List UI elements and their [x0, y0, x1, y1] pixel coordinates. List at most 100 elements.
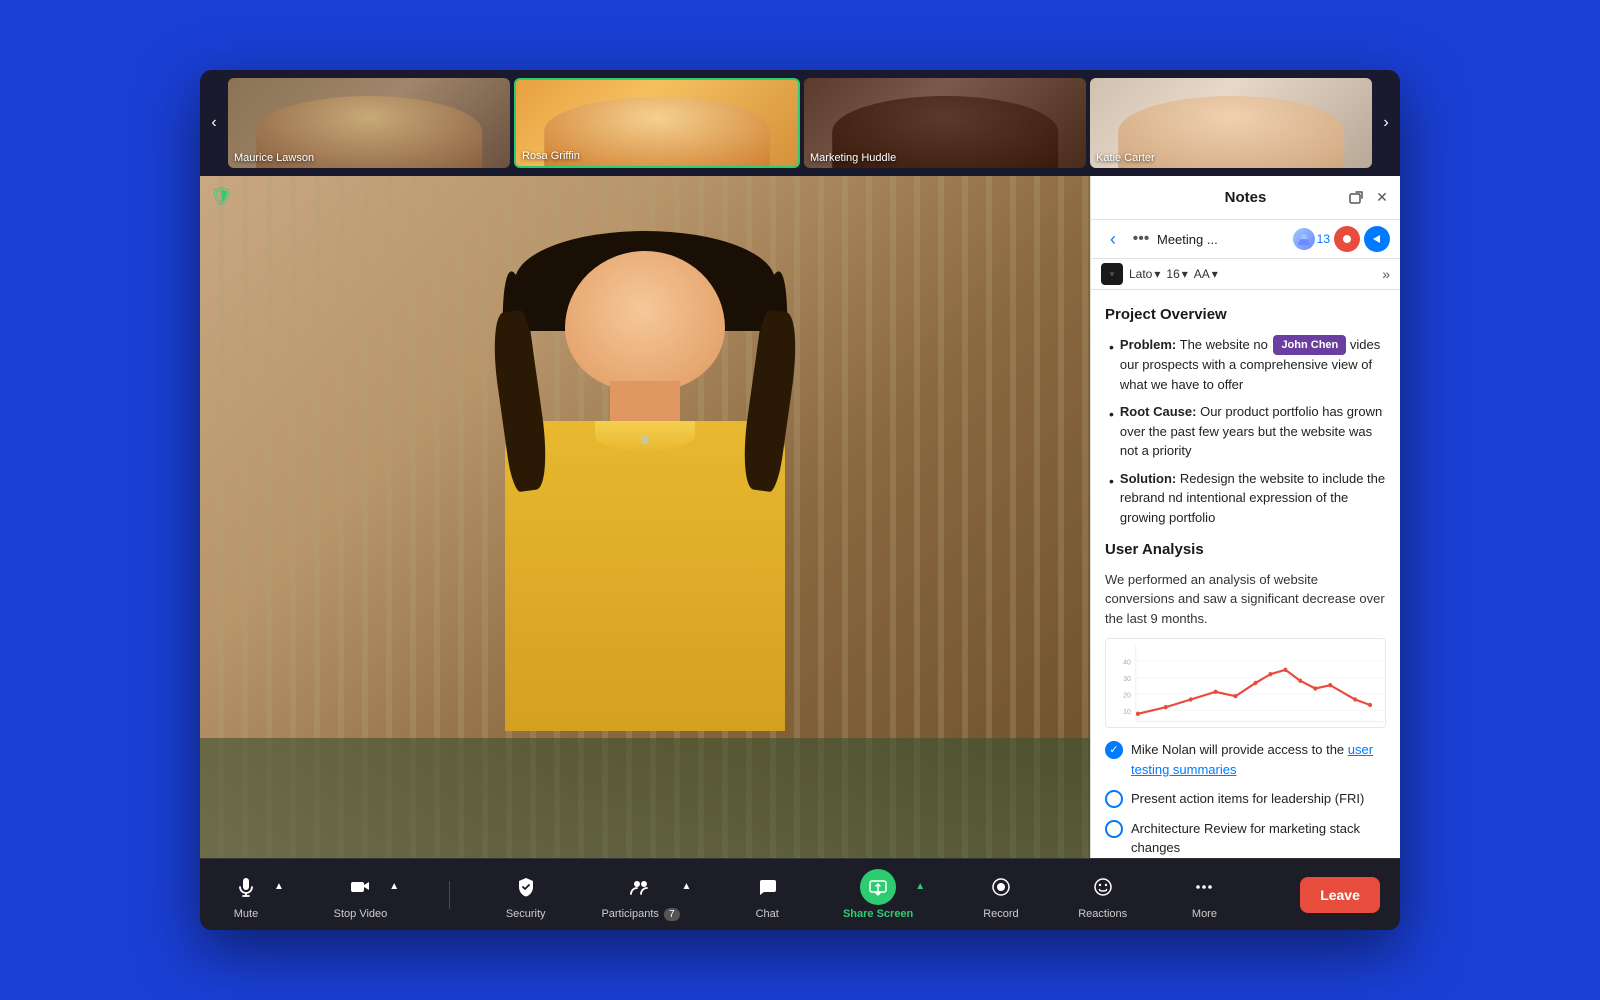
bullet-solution: • Solution: Redesign the website to incl…: [1105, 469, 1386, 528]
divider-1: [449, 881, 450, 909]
problem-text-before: The website no: [1180, 337, 1268, 352]
share-screen-label: Share Screen: [843, 908, 913, 920]
record-icon: [983, 869, 1019, 905]
analysis-description: We performed an analysis of website conv…: [1105, 570, 1386, 629]
avatar: [1293, 228, 1315, 250]
svg-text:10: 10: [1123, 707, 1131, 716]
font-name: Lato: [1129, 267, 1152, 281]
color-picker[interactable]: ▾: [1101, 263, 1123, 285]
record-label: Record: [983, 908, 1018, 920]
share-screen-caret[interactable]: ▲: [915, 881, 925, 892]
share-screen-button[interactable]: Share Screen: [843, 869, 913, 920]
security-icon: [508, 869, 544, 905]
checkbox-1[interactable]: [1105, 741, 1123, 759]
checklist-text-1: Mike Nolan will provide access to the us…: [1131, 740, 1386, 779]
participant-count-badge: 7: [664, 908, 680, 921]
text-style-selector[interactable]: AA ▾: [1194, 267, 1218, 281]
bullet-solution-text: Solution: Redesign the website to includ…: [1120, 469, 1386, 528]
leave-button[interactable]: Leave: [1300, 877, 1380, 913]
more-options-button[interactable]: •••: [1129, 227, 1153, 251]
bullet-problem: • Problem: The website no John Chen vide…: [1105, 335, 1386, 395]
avatars-group: 13: [1293, 228, 1330, 250]
user-analysis-heading: User Analysis: [1105, 539, 1386, 562]
mute-caret[interactable]: ▲: [274, 881, 284, 892]
mic-icon: [228, 869, 264, 905]
participants-button[interactable]: Participants 7: [601, 869, 679, 920]
notes-header-controls: ✕: [1346, 188, 1392, 208]
video-icon: [342, 869, 378, 905]
participants-caret[interactable]: ▲: [682, 881, 692, 892]
popout-icon[interactable]: [1346, 188, 1366, 208]
bullet-dot-3: •: [1109, 471, 1114, 528]
font-size: 16: [1166, 267, 1179, 281]
participant-count: 13: [1317, 232, 1330, 246]
thumbnail-4[interactable]: Katie Carter: [1090, 78, 1372, 168]
security-label: Security: [506, 908, 546, 920]
reactions-label: Reactions: [1078, 908, 1127, 920]
more-label: More: [1192, 908, 1217, 920]
notes-panel: Notes ✕ ‹ ••• Meeting ...: [1090, 176, 1400, 858]
zoom-window: ‹ Maurice Lawson Rosa Griffin Marketing …: [200, 70, 1400, 930]
project-overview-heading: Project Overview: [1105, 304, 1386, 327]
chat-button[interactable]: Chat: [741, 869, 793, 920]
video-group: Stop Video ▲: [334, 869, 400, 920]
reactions-button[interactable]: Reactions: [1077, 869, 1129, 920]
chart-svg: 40 30 20 10: [1106, 639, 1385, 727]
prev-arrow[interactable]: ‹: [200, 109, 228, 137]
more-button[interactable]: More: [1178, 869, 1230, 920]
svg-text:20: 20: [1123, 690, 1131, 699]
svg-text:30: 30: [1123, 674, 1131, 683]
format-more-button[interactable]: »: [1382, 266, 1390, 282]
bullet-root-text: Root Cause: Our product portfolio has gr…: [1120, 402, 1386, 461]
more-icon: [1186, 869, 1222, 905]
font-size-selector[interactable]: 16 ▾: [1166, 267, 1187, 281]
mute-label: Mute: [234, 908, 258, 920]
share-button[interactable]: [1364, 226, 1390, 252]
main-area: 🛡 Notes ✕ ‹ •••: [200, 176, 1400, 858]
font-selector[interactable]: Lato ▾: [1129, 267, 1160, 281]
bottom-toolbar: Mute ▲ Stop Video ▲: [200, 858, 1400, 930]
mute-button[interactable]: Mute: [220, 869, 272, 920]
bullet-root-cause: • Root Cause: Our product portfolio has …: [1105, 402, 1386, 461]
bullet-problem-text: Problem: The website no John Chen vides …: [1120, 335, 1386, 395]
participants-icon: [622, 869, 658, 905]
thumb-name-1: Maurice Lawson: [234, 152, 314, 164]
thumbnail-3[interactable]: Marketing Huddle: [804, 78, 1086, 168]
video-background: [200, 176, 1090, 858]
video-caret[interactable]: ▲: [389, 881, 399, 892]
notes-header: Notes ✕: [1091, 176, 1400, 220]
thumbnail-2[interactable]: Rosa Griffin: [514, 78, 800, 168]
participants-label: Participants 7: [601, 908, 679, 920]
root-cause-label: Root Cause:: [1120, 404, 1197, 419]
close-icon[interactable]: ✕: [1372, 188, 1392, 208]
user-tooltip: John Chen: [1273, 335, 1346, 356]
problem-label: Problem:: [1120, 337, 1176, 352]
notes-content: Project Overview • Problem: The website …: [1091, 290, 1400, 858]
notes-title: Notes: [1225, 189, 1267, 206]
solution-label: Solution:: [1120, 471, 1176, 486]
mute-group: Mute ▲: [220, 869, 284, 920]
thumbnail-1[interactable]: Maurice Lawson: [228, 78, 510, 168]
back-button[interactable]: ‹: [1101, 227, 1125, 251]
record-indicator[interactable]: [1334, 226, 1360, 252]
thumb-name-4: Katie Carter: [1096, 152, 1155, 164]
stop-video-button[interactable]: Stop Video: [334, 869, 388, 920]
record-button[interactable]: Record: [975, 869, 1027, 920]
checklist-text-3: Architecture Review for marketing stack …: [1131, 819, 1386, 858]
analysis-chart: 40 30 20 10: [1105, 638, 1386, 728]
security-button[interactable]: Security: [500, 869, 552, 920]
checklist-item-1: Mike Nolan will provide access to the us…: [1105, 740, 1386, 779]
main-video: 🛡: [200, 176, 1090, 858]
checklist-item-2: Present action items for leadership (FRI…: [1105, 789, 1386, 809]
font-arrow: ▾: [1154, 267, 1160, 281]
aa-arrow: ▾: [1212, 267, 1218, 281]
checkbox-3[interactable]: [1105, 820, 1123, 838]
meeting-label: Meeting ...: [1157, 232, 1289, 247]
color-arrow: ▾: [1110, 269, 1115, 280]
checkbox-2[interactable]: [1105, 790, 1123, 808]
bullet-dot-2: •: [1109, 404, 1114, 461]
next-arrow[interactable]: ›: [1372, 109, 1400, 137]
aa-label: AA: [1194, 267, 1210, 281]
bullet-dot-1: •: [1109, 337, 1114, 395]
checklist-item-3: Architecture Review for marketing stack …: [1105, 819, 1386, 858]
